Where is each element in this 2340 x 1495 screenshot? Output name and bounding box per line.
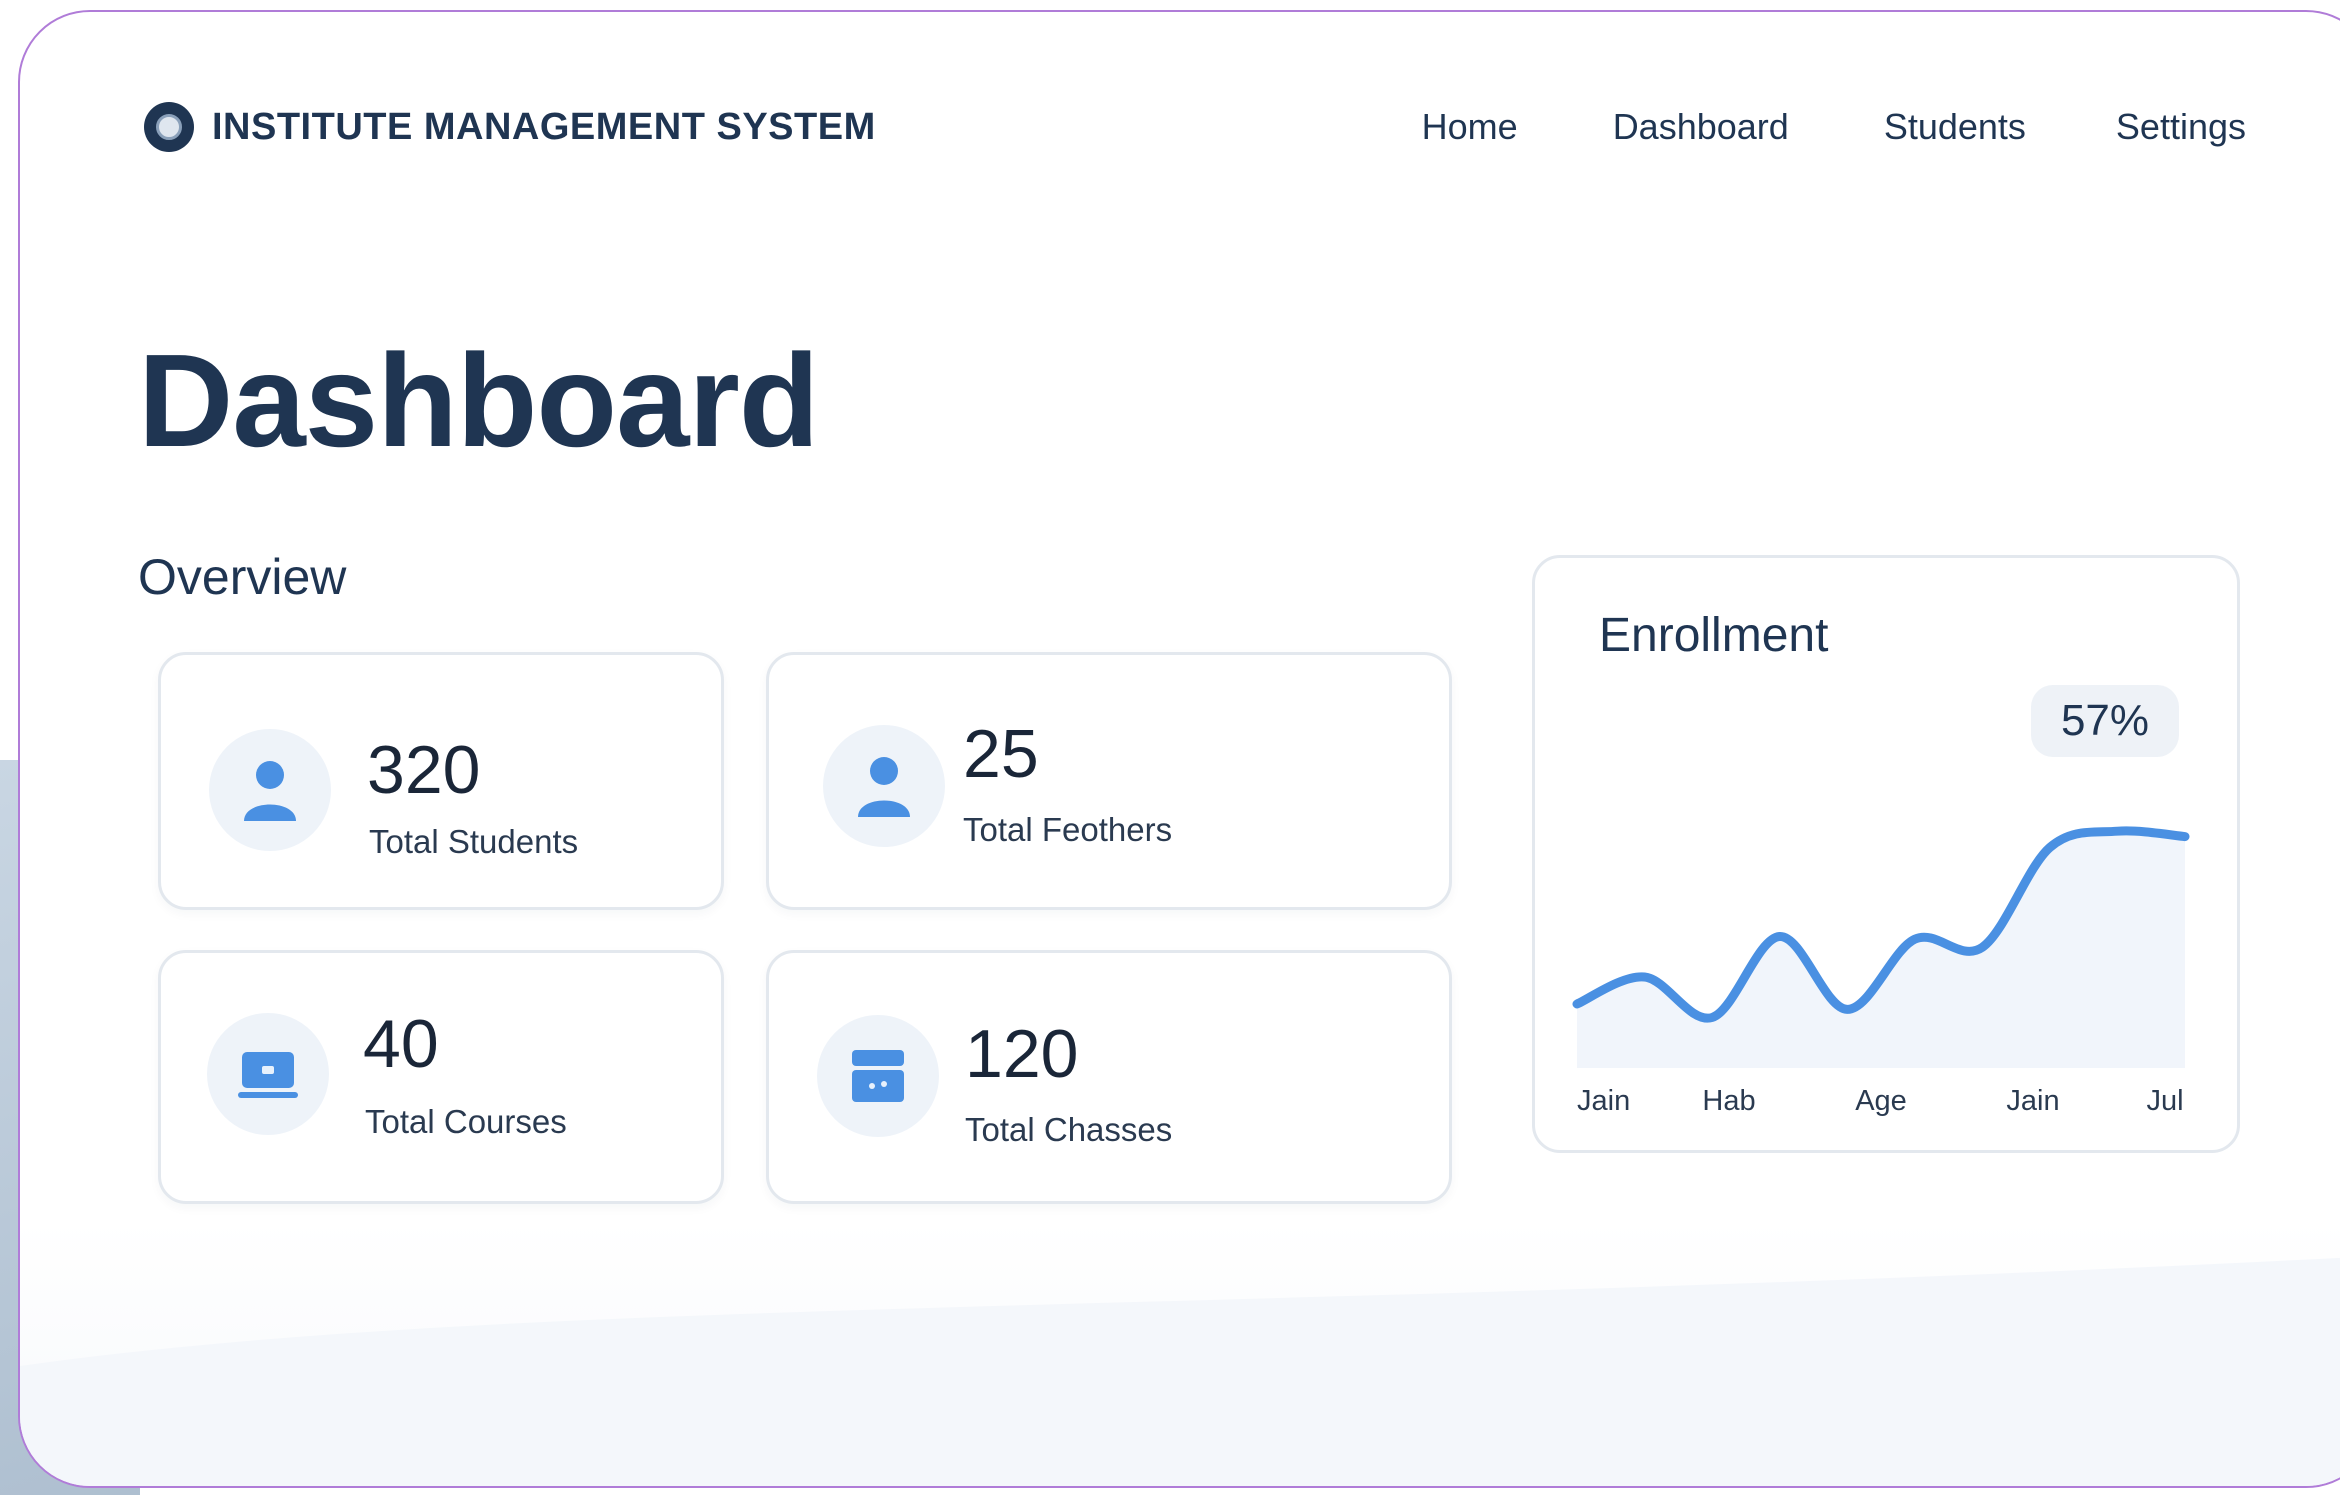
- stat-label: Total Courses: [365, 1103, 567, 1140]
- stat-value: 320: [367, 732, 481, 808]
- nav-students[interactable]: Students: [1884, 106, 2026, 148]
- x-tick-label: Jain: [1577, 1085, 1630, 1117]
- section-title: Overview: [138, 549, 347, 605]
- stat-card-students[interactable]: 320 Total Students: [158, 652, 724, 910]
- stat-value: 120: [965, 1016, 1079, 1092]
- enrollment-chart: Jain Hab Age Jain Jul: [1572, 826, 2190, 1117]
- user-icon: [823, 725, 945, 847]
- top-nav: INSTITUTE MANAGEMENT SYSTEM Home Dashboa…: [126, 94, 2246, 164]
- nav-dashboard[interactable]: Dashboard: [1613, 106, 1789, 148]
- laptop-icon: [207, 1013, 329, 1135]
- stat-label: Total Chasses: [965, 1111, 1173, 1148]
- nav-links: Home Dashboard Students Settings: [1327, 106, 2246, 148]
- stat-card-classes[interactable]: 120 Total Chasses: [766, 950, 1452, 1204]
- x-tick-label: Jain: [2006, 1085, 2059, 1117]
- background-wave: [20, 1257, 2340, 1486]
- stat-label: Total Students: [369, 823, 579, 860]
- stat-card-teachers[interactable]: 25 Total Feothers: [766, 652, 1452, 910]
- enrollment-chart-card: Enrollment 57% Jain Hab Age Jain Jul: [1532, 555, 2240, 1153]
- x-tick-label: Age: [1855, 1085, 1907, 1117]
- nav-settings[interactable]: Settings: [2116, 106, 2246, 148]
- stat-label: Total Feothers: [963, 811, 1173, 848]
- stat-value: 25: [963, 716, 1039, 792]
- user-icon: [209, 729, 331, 851]
- stat-value: 40: [363, 1006, 439, 1082]
- x-tick-label: Hab: [1702, 1085, 1755, 1117]
- classroom-icon: [817, 1015, 939, 1137]
- nav-home[interactable]: Home: [1422, 106, 1518, 148]
- stat-card-courses[interactable]: 40 Total Courses: [158, 950, 724, 1204]
- chart-area: [1577, 830, 2185, 1068]
- x-tick-label: Jul: [2146, 1085, 2183, 1117]
- brand-name: INSTITUTE MANAGEMENT SYSTEM: [212, 105, 876, 148]
- logo-icon: [144, 102, 194, 152]
- brand[interactable]: INSTITUTE MANAGEMENT SYSTEM: [144, 102, 876, 152]
- page-title: Dashboard: [138, 327, 819, 474]
